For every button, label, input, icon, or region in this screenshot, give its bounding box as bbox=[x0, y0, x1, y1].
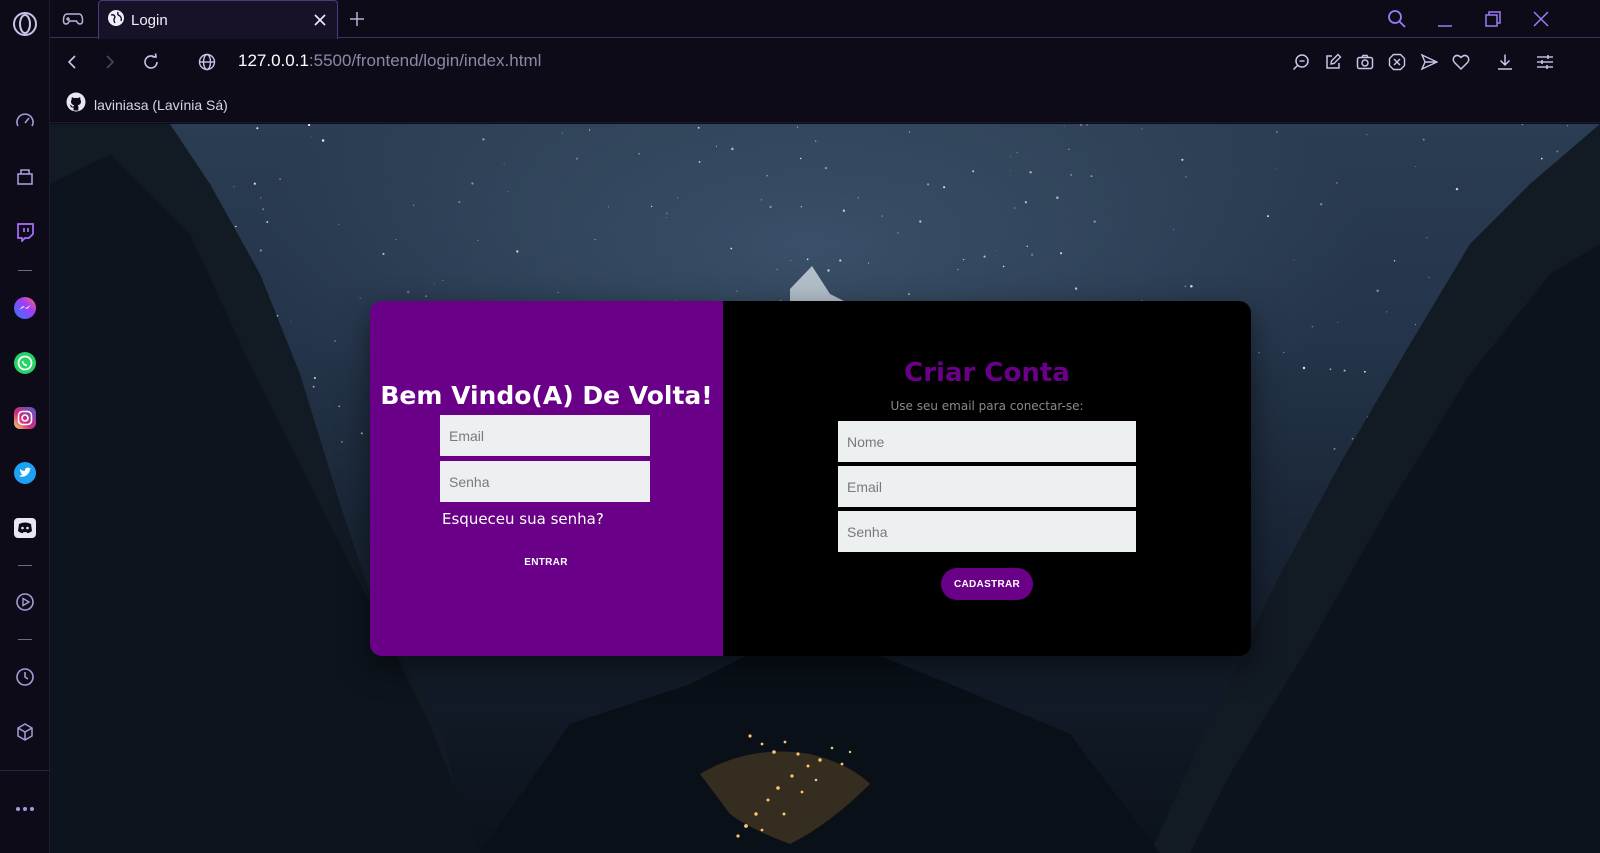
easy-setup-icon[interactable] bbox=[1534, 51, 1556, 73]
gx-game-icon[interactable] bbox=[60, 7, 86, 31]
new-tab-icon[interactable] bbox=[346, 8, 368, 30]
page-viewport: Bem Vindo(A) De Volta! Esqueceu sua senh… bbox=[50, 124, 1600, 853]
player-icon[interactable] bbox=[11, 588, 39, 616]
github-icon bbox=[66, 92, 86, 117]
sidebar-divider bbox=[18, 270, 32, 271]
tab-title: Login bbox=[131, 11, 168, 29]
login-submit-button[interactable]: ENTRAR bbox=[506, 553, 586, 571]
bookmarks-bar: laviniasa (Lavínia Sá) bbox=[50, 85, 1600, 123]
discord-icon[interactable] bbox=[11, 514, 39, 542]
tab-login[interactable]: Login bbox=[98, 0, 338, 39]
browser-window: Login 127.0.0.1:5500/frontend/login/inde… bbox=[0, 0, 1600, 853]
login-email-input[interactable] bbox=[440, 415, 650, 456]
twitter-icon[interactable] bbox=[11, 459, 39, 487]
close-icon[interactable] bbox=[311, 11, 329, 29]
whatsapp-icon[interactable] bbox=[11, 349, 39, 377]
heart-icon[interactable] bbox=[1450, 51, 1472, 73]
signup-submit-button[interactable]: CADASTRAR bbox=[941, 568, 1033, 600]
sidebar-divider bbox=[18, 639, 32, 640]
share-edit-icon[interactable] bbox=[1322, 51, 1344, 73]
twitch-icon[interactable] bbox=[11, 218, 39, 246]
back-icon[interactable] bbox=[60, 50, 84, 74]
signup-name-input[interactable] bbox=[838, 421, 1136, 462]
opera-logo-icon[interactable] bbox=[11, 10, 39, 38]
bookmark-label: laviniasa (Lavínia Sá) bbox=[94, 96, 228, 113]
more-icon[interactable] bbox=[11, 795, 39, 823]
signup-panel: Criar Conta Use seu email para conectar-… bbox=[723, 301, 1251, 656]
signup-password-input[interactable] bbox=[838, 511, 1136, 552]
signup-heading: Criar Conta bbox=[904, 358, 1070, 388]
send-icon[interactable] bbox=[1418, 51, 1440, 73]
download-icon[interactable] bbox=[1494, 51, 1516, 73]
search-icon[interactable] bbox=[1384, 7, 1410, 31]
forward-icon[interactable] bbox=[98, 50, 122, 74]
minimize-icon[interactable] bbox=[1432, 7, 1458, 31]
browser-sidebar bbox=[0, 0, 50, 853]
auth-card: Bem Vindo(A) De Volta! Esqueceu sua senh… bbox=[370, 301, 1251, 656]
login-heading: Bem Vindo(A) De Volta! bbox=[380, 381, 713, 410]
login-password-input[interactable] bbox=[440, 461, 650, 502]
zoom-icon[interactable] bbox=[1290, 51, 1312, 73]
site-info-globe-icon[interactable] bbox=[195, 50, 219, 74]
sidebar-bottom-divider bbox=[0, 770, 50, 771]
sidebar-divider bbox=[18, 565, 32, 566]
signup-subtitle: Use seu email para conectar-se: bbox=[890, 399, 1084, 413]
address-bar: 127.0.0.1:5500/frontend/login/index.html bbox=[50, 39, 1600, 85]
messenger-icon[interactable] bbox=[11, 294, 39, 322]
close-window-icon[interactable] bbox=[1528, 7, 1554, 31]
tab-bar: Login bbox=[50, 0, 1600, 39]
restore-icon[interactable] bbox=[1480, 7, 1506, 31]
workspaces-icon[interactable] bbox=[11, 163, 39, 191]
speed-dial-icon[interactable] bbox=[11, 108, 39, 136]
forgot-password-link[interactable]: Esqueceu sua senha? bbox=[442, 510, 604, 528]
extensions-icon[interactable] bbox=[11, 718, 39, 746]
snapshot-camera-icon[interactable] bbox=[1354, 51, 1376, 73]
signup-email-input[interactable] bbox=[838, 466, 1136, 507]
history-icon[interactable] bbox=[11, 663, 39, 691]
url-path: :5500/frontend/login/index.html bbox=[308, 51, 542, 70]
globe-icon bbox=[107, 9, 125, 32]
reload-icon[interactable] bbox=[139, 50, 163, 74]
url-field[interactable]: 127.0.0.1:5500/frontend/login/index.html bbox=[238, 51, 541, 71]
bookmark-github[interactable]: laviniasa (Lavínia Sá) bbox=[66, 92, 228, 117]
adblock-icon[interactable] bbox=[1386, 51, 1408, 73]
url-host: 127.0.0.1 bbox=[238, 51, 309, 70]
login-panel: Bem Vindo(A) De Volta! Esqueceu sua senh… bbox=[370, 301, 723, 656]
instagram-icon[interactable] bbox=[11, 404, 39, 432]
